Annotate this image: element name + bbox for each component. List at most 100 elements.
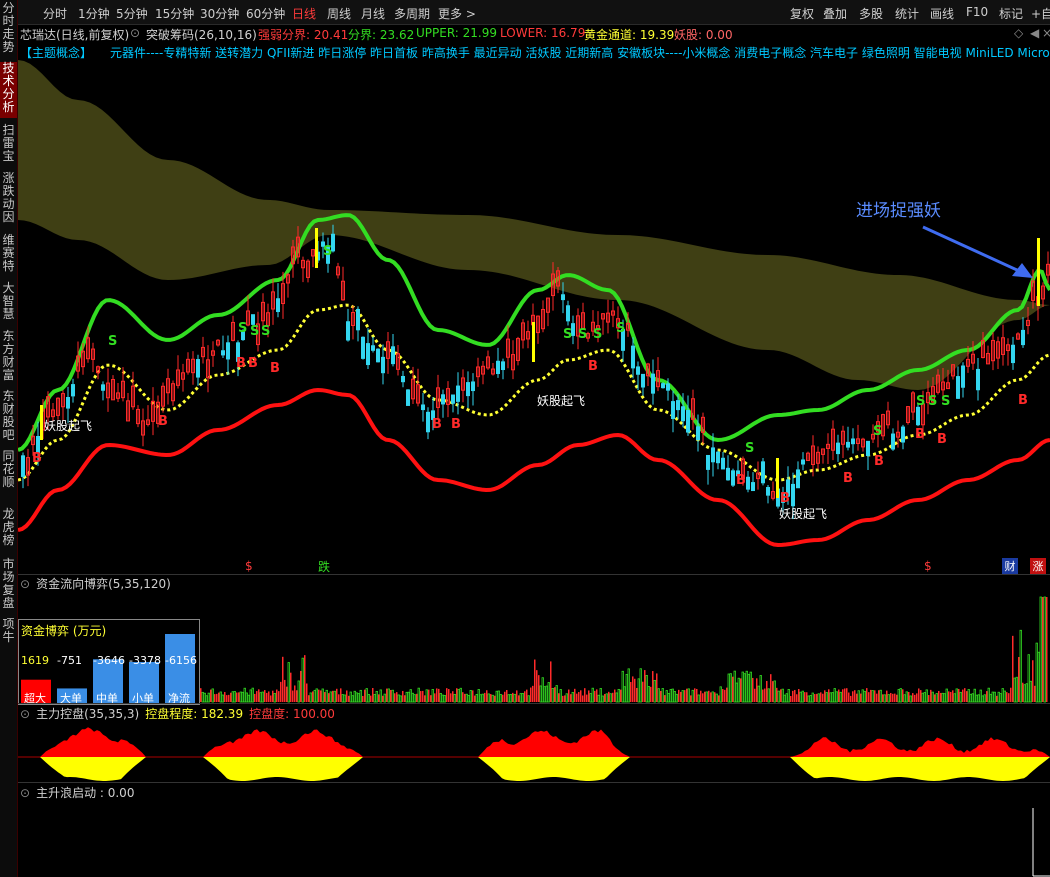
flow-bar — [320, 690, 322, 702]
flow-bar — [495, 690, 498, 703]
candle-body — [851, 438, 855, 445]
sidebar-item-technical[interactable]: 技术分析 — [0, 62, 17, 118]
concept-list[interactable]: 元器件----专精特新 送转潜力 QFII新进 昨日涨停 昨日首板 昨高换手 最… — [110, 44, 1050, 60]
chevron-down-icon[interactable]: ⊙ — [130, 26, 140, 40]
overlay-button[interactable]: 叠加 — [823, 5, 847, 22]
flow-bar — [975, 694, 978, 703]
tab-multi-period[interactable]: 多周期 — [394, 5, 430, 22]
flow-bar — [1025, 683, 1028, 703]
flow-bar — [396, 692, 398, 702]
flow-bar — [710, 692, 712, 702]
sidebar-item-review[interactable]: 市场复盘 — [0, 558, 17, 614]
flow-bar — [456, 688, 458, 702]
flow-bar — [669, 689, 672, 703]
flow-bar — [1012, 635, 1014, 702]
flag-rise[interactable]: 涨 — [1030, 558, 1046, 574]
sidebar-item-tonghuashun[interactable]: 同花顺 — [0, 450, 17, 492]
tab-1min[interactable]: 1分钟 — [78, 5, 110, 22]
tab-15min[interactable]: 15分钟 — [155, 5, 194, 22]
flow-bar — [941, 692, 944, 703]
sidebar-item-longhubang[interactable]: 龙虎榜 — [0, 508, 17, 550]
f10-button[interactable]: F10 — [966, 5, 988, 19]
candle-body — [676, 400, 680, 411]
mark-button[interactable]: 标记 — [999, 5, 1023, 22]
flow-bar — [737, 677, 740, 703]
buy-signal: B — [780, 491, 790, 506]
flow-bar — [519, 693, 522, 703]
tab-daily[interactable]: 日线 — [292, 5, 316, 22]
flow-bar — [861, 689, 864, 703]
flow-bar — [545, 685, 548, 703]
multi-stock-button[interactable]: 多股 — [859, 5, 883, 22]
tab-more[interactable]: 更多 > — [438, 5, 476, 22]
flow-bar — [555, 685, 558, 703]
buy-signal: B — [736, 473, 746, 488]
sidebar-item-minesweeper[interactable]: 扫雷宝 — [0, 124, 17, 166]
flow-bar — [599, 688, 602, 703]
tab-monthly[interactable]: 月线 — [361, 5, 385, 22]
flow-bar — [1043, 596, 1046, 703]
draw-line-button[interactable]: 画线 — [930, 5, 954, 22]
buy-signal: B — [236, 356, 246, 371]
sell-signal: S — [250, 324, 259, 339]
candle-body — [891, 433, 895, 450]
chevron-down-icon[interactable]: ⊙ — [20, 707, 30, 721]
sidebar-item-weisaite[interactable]: 维赛特 — [0, 234, 17, 276]
sell-signal: S — [745, 441, 754, 456]
flow-bar — [564, 695, 566, 702]
flow-bar — [245, 692, 248, 703]
flow-bar — [538, 675, 540, 702]
yao-value: 妖股: 0.00 — [674, 28, 733, 42]
tab-30min[interactable]: 30分钟 — [200, 5, 239, 22]
price-chart[interactable]: SSSSSSSSSSSSSSSBBBBBBBBBBBBBBB妖股起飞妖股起飞妖股… — [18, 60, 1050, 575]
tab-intraday[interactable]: 分时 — [43, 5, 67, 22]
flow-bar — [914, 694, 916, 702]
tab-5min[interactable]: 5分钟 — [116, 5, 148, 22]
candle-body — [746, 476, 750, 490]
launch-marker — [776, 458, 779, 498]
statistics-button[interactable]: 统计 — [895, 5, 919, 22]
flow-bar — [608, 691, 610, 702]
flow-bar — [714, 692, 716, 702]
restore-rights-button[interactable]: 复权 — [790, 5, 814, 22]
flow-bar — [987, 687, 990, 703]
sidebar-item-guba[interactable]: 东财股吧 — [0, 390, 17, 446]
flow-bar — [948, 691, 950, 702]
flow-bar — [409, 689, 412, 703]
flow-bar — [584, 688, 586, 702]
triangle-icon[interactable]: ◀ — [1030, 26, 1039, 40]
flow-bar — [490, 694, 492, 702]
control-chart[interactable] — [18, 720, 1050, 782]
tab-60min[interactable]: 60分钟 — [246, 5, 285, 22]
tab-weekly[interactable]: 周线 — [327, 5, 351, 22]
flow-bar — [991, 691, 994, 703]
sidebar-item-xiangniu[interactable]: 项牛 — [0, 618, 17, 648]
flow-bar — [547, 682, 550, 703]
flow-bar — [273, 693, 276, 703]
control-red-area — [203, 729, 363, 757]
sidebar-item-intraday[interactable]: 分时走势 — [0, 2, 17, 58]
candle-body — [251, 314, 255, 325]
flow-bar — [966, 691, 968, 702]
flow-bar — [318, 689, 320, 702]
flow-bar — [632, 676, 634, 702]
flow-bar — [462, 692, 464, 702]
diamond-icon[interactable]: ◇ — [1014, 26, 1023, 40]
flow-bar — [650, 686, 652, 702]
panel-divider — [18, 703, 1050, 704]
flow-bar — [953, 693, 956, 703]
flag-finance[interactable]: 财 — [1002, 558, 1018, 574]
flow-bar — [700, 690, 702, 702]
flow-bar — [387, 688, 390, 703]
flow-bar — [615, 692, 618, 703]
flow-bar — [708, 690, 710, 702]
candle-body — [466, 382, 470, 397]
close-icon[interactable]: × — [1042, 26, 1050, 40]
add-watchlist-button[interactable]: +自 — [1031, 5, 1050, 22]
flow-bar — [931, 691, 934, 703]
sidebar-item-movement-cause[interactable]: 涨跌动因 — [0, 172, 17, 228]
chevron-down-icon[interactable]: ⊙ — [20, 577, 30, 591]
sidebar-item-dazhihui[interactable]: 大智慧 — [0, 282, 17, 324]
flow-bar — [780, 689, 782, 702]
sidebar-item-eastmoney[interactable]: 东方财富 — [0, 330, 17, 386]
